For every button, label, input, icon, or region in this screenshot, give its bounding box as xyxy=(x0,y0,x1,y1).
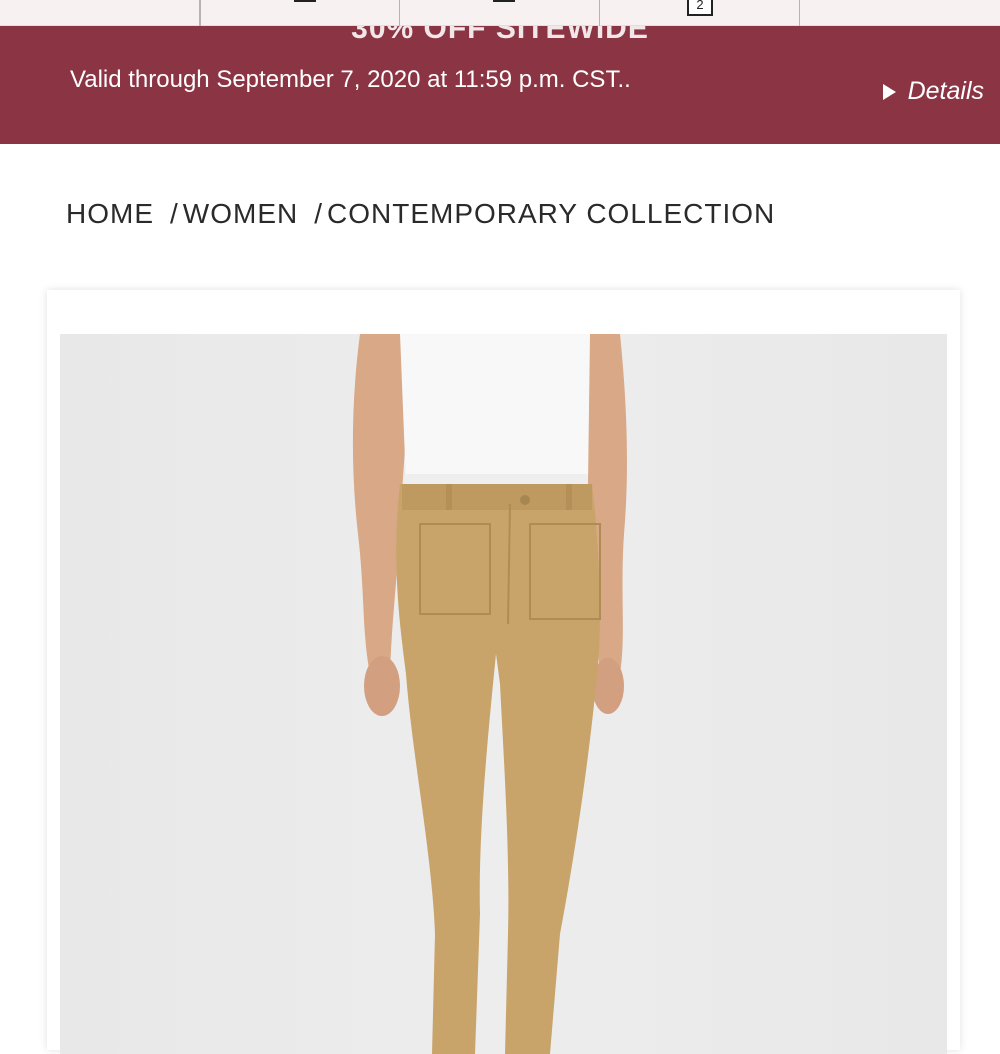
breadcrumb-separator: / xyxy=(170,198,179,229)
breadcrumb-separator: / xyxy=(314,198,323,229)
promo-details-label: Details xyxy=(907,77,984,105)
top-nav-cell[interactable]: 2 xyxy=(600,0,800,26)
top-nav-cell[interactable] xyxy=(400,0,600,26)
top-nav-cell[interactable] xyxy=(0,0,200,26)
top-nav-bar: 2 xyxy=(0,0,1000,26)
play-triangle-icon xyxy=(882,83,896,100)
menu-icon[interactable] xyxy=(294,0,316,2)
promo-valid-text: Valid through September 7, 2020 at 11:59… xyxy=(70,66,631,93)
product-card xyxy=(47,290,960,1054)
breadcrumb-home[interactable]: HOME xyxy=(66,198,154,229)
top-nav-cell[interactable] xyxy=(200,0,400,26)
top-nav-cell[interactable] xyxy=(800,0,1000,26)
model-illustration xyxy=(352,334,627,1054)
product-image[interactable] xyxy=(60,334,947,1054)
shopping-bag-icon[interactable]: 2 xyxy=(687,0,713,16)
account-icon[interactable] xyxy=(493,0,515,2)
breadcrumb: HOME / WOMEN / CONTEMPORARY COLLECTION xyxy=(66,198,775,230)
promo-headline: 30% OFF SITEWIDE xyxy=(351,26,649,45)
breadcrumb-contemporary-collection[interactable]: CONTEMPORARY COLLECTION xyxy=(327,198,775,229)
promo-banner: 30% OFF SITEWIDE Valid through September… xyxy=(0,26,1000,144)
breadcrumb-women[interactable]: WOMEN xyxy=(183,198,298,229)
promo-details-link[interactable]: Details xyxy=(882,77,984,106)
